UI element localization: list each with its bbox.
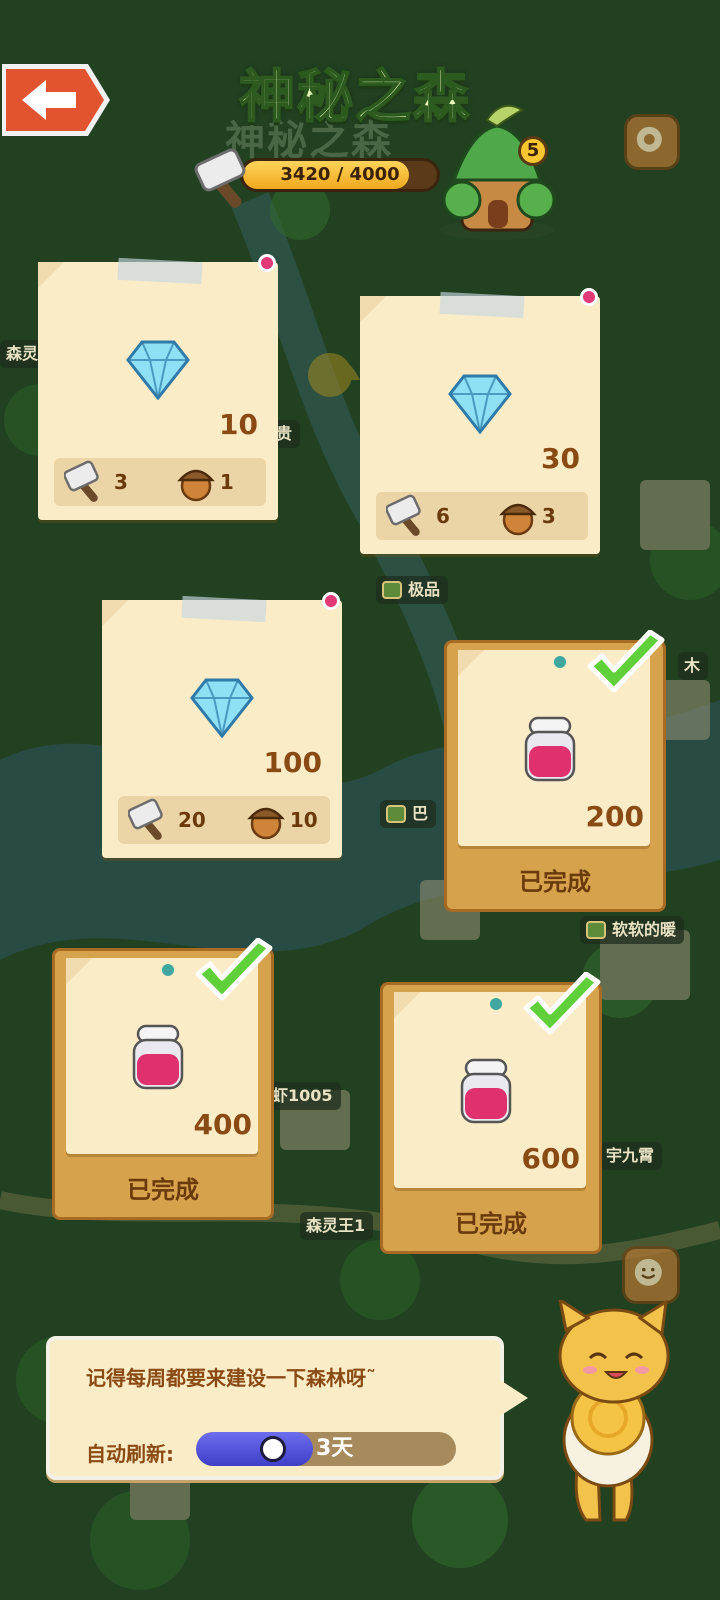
completed-label: 已完成	[455, 1210, 527, 1238]
cost-row: 3 1	[54, 458, 266, 506]
tip-bubble-tail	[500, 1380, 528, 1416]
map-label-text: 巴	[412, 804, 429, 823]
task-card-5[interactable]: 400 已完成	[52, 938, 274, 1220]
auto-refresh-label: 自动刷新:	[86, 1442, 174, 1466]
map-label: 宇九霄	[600, 1142, 663, 1170]
pin-icon	[322, 592, 340, 610]
map-label-text: 虾1005	[272, 1086, 333, 1105]
hammer-cost-value: 3	[114, 470, 128, 494]
acorn-cost-value: 10	[289, 808, 318, 832]
completed-label: 已完成	[127, 1176, 199, 1204]
settings-button[interactable]	[624, 114, 680, 170]
task-card-1[interactable]: 10 3 1	[38, 254, 282, 530]
reward-amount: 400	[193, 1108, 252, 1141]
task-card-4[interactable]: 200 已完成	[444, 630, 666, 912]
map-label-text: 软软的暖	[612, 920, 677, 939]
smiley-chat-icon	[634, 1258, 662, 1286]
acorn-cost: 3	[498, 496, 556, 536]
map-label: 森灵王1	[300, 1212, 374, 1240]
map-label-text: 森灵王1	[306, 1216, 366, 1235]
check-icon	[587, 630, 665, 693]
tree-icon	[586, 921, 606, 939]
map-label: 巴	[380, 800, 437, 828]
map-label-text: 宇九霄	[606, 1146, 655, 1165]
map-label-text: 极品	[408, 580, 441, 599]
tape	[117, 257, 203, 285]
hammer-icon	[194, 148, 246, 208]
jar-icon	[132, 1024, 184, 1090]
acorn-cost-value: 3	[541, 504, 556, 528]
task-card-2[interactable]: 30 6 3	[360, 288, 604, 564]
reward-amount: 10	[219, 408, 258, 441]
acorn-icon	[247, 807, 285, 840]
reward-amount: 200	[585, 800, 644, 833]
pin-icon	[554, 656, 566, 668]
jar-icon	[460, 1058, 512, 1124]
pin-icon	[580, 288, 598, 306]
reward-amount: 30	[541, 442, 580, 475]
refresh-timer-fill	[196, 1432, 313, 1466]
build-progress-text: 3420 / 4000	[280, 164, 400, 185]
tree-icon	[382, 581, 402, 599]
acorn-cost-value: 1	[219, 470, 234, 494]
hammer-cost: 3	[64, 460, 128, 504]
cat-mascot	[558, 1300, 670, 1522]
task-card-3[interactable]: 100 20 10	[102, 592, 346, 868]
refresh-timer-text: 3天	[316, 1436, 354, 1461]
cost-row: 6 3	[376, 492, 588, 540]
hammer-cost-value: 20	[178, 808, 206, 832]
jar-icon	[524, 716, 576, 782]
cost-row: 20 10	[118, 796, 330, 844]
map-label: 软软的暖	[580, 916, 685, 944]
diamond-icon	[448, 374, 512, 434]
pin-icon	[490, 998, 502, 1010]
task-card-6[interactable]: 600 已完成	[380, 972, 602, 1254]
reward-amount: 100	[263, 746, 322, 779]
acorn-icon	[177, 469, 215, 502]
forest-house-icon	[439, 104, 556, 240]
reward-amount: 600	[521, 1142, 580, 1175]
acorn-cost: 10	[246, 800, 318, 840]
pin-icon	[162, 964, 174, 976]
map-label-text: 木	[684, 656, 701, 675]
hammer-cost-value: 6	[436, 504, 450, 528]
level-badge: 5	[518, 136, 548, 166]
check-icon	[523, 972, 601, 1035]
hammer-icon	[386, 494, 421, 536]
map-label: 木	[678, 652, 709, 680]
map-label: 极品	[376, 576, 449, 604]
hammer-cost: 6	[386, 494, 450, 538]
tape	[439, 291, 525, 319]
gear-icon	[636, 126, 662, 152]
acorn-icon	[499, 503, 537, 536]
tree-icon	[386, 805, 406, 823]
completed-label: 已完成	[519, 868, 591, 896]
diamond-icon	[190, 678, 254, 738]
chat-button[interactable]	[622, 1246, 680, 1304]
back-button[interactable]	[0, 60, 112, 140]
hammer-cost: 20	[128, 798, 206, 842]
pin-icon	[258, 254, 276, 272]
tape	[181, 595, 267, 623]
check-icon	[195, 938, 273, 1001]
hammer-icon	[64, 460, 99, 502]
hammer-icon	[128, 798, 163, 840]
tip-message: 记得每周都要来建设一下森林呀˜	[86, 1366, 376, 1390]
clock-icon	[260, 1436, 286, 1462]
acorn-cost: 1	[176, 462, 234, 502]
diamond-icon	[126, 340, 190, 400]
map-label: 虾1005	[266, 1082, 341, 1110]
